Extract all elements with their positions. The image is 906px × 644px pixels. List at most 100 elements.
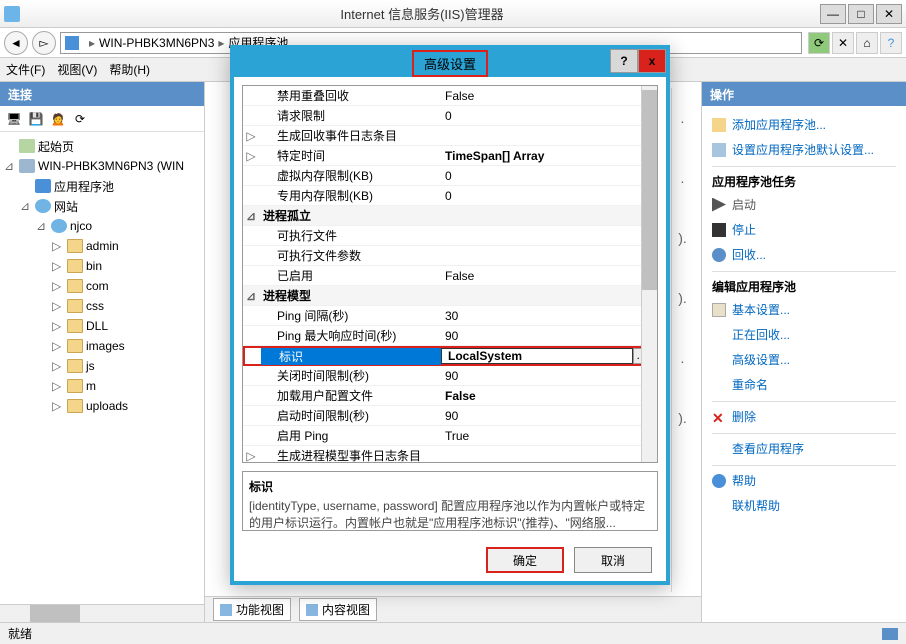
- tab-features-view[interactable]: 功能视图: [213, 598, 291, 621]
- tree-folder-com[interactable]: ▷com: [0, 276, 204, 296]
- tree-folder-DLL[interactable]: ▷DLL: [0, 316, 204, 336]
- grid-row[interactable]: 专用内存限制(KB)0: [243, 186, 657, 206]
- prop-value[interactable]: 0: [439, 109, 657, 123]
- folder-icon: [67, 279, 83, 293]
- app-icon: [4, 6, 20, 22]
- grid-row[interactable]: 已启用False: [243, 266, 657, 286]
- expand-toggle[interactable]: ▷: [243, 149, 259, 163]
- cancel-button[interactable]: 取消: [574, 547, 652, 573]
- folder-icon: [67, 359, 83, 373]
- expand-toggle[interactable]: ⊿: [243, 289, 259, 303]
- grid-row[interactable]: 标识LocalSystem…: [243, 346, 657, 366]
- tree-folder-bin[interactable]: ▷bin: [0, 256, 204, 276]
- action-delete[interactable]: ✕删除: [712, 401, 896, 429]
- grid-row[interactable]: 可执行文件: [243, 226, 657, 246]
- prop-value[interactable]: False: [439, 89, 657, 103]
- grid-row[interactable]: 请求限制0: [243, 106, 657, 126]
- grid-row[interactable]: 虚拟内存限制(KB)0: [243, 166, 657, 186]
- grid-row[interactable]: ▷特定时间TimeSpan[] Array: [243, 146, 657, 166]
- action-recycling[interactable]: 正在回收...: [712, 322, 896, 347]
- tree-app-pools[interactable]: 应用程序池: [0, 176, 204, 196]
- tree-folder-admin[interactable]: ▷admin: [0, 236, 204, 256]
- grid-row[interactable]: ⊿进程模型: [243, 286, 657, 306]
- action-stop[interactable]: 停止: [712, 217, 896, 242]
- action-view-apps[interactable]: 查看应用程序: [712, 433, 896, 461]
- action-online-help[interactable]: 联机帮助: [712, 493, 896, 518]
- grid-scrollbar[interactable]: [641, 86, 657, 462]
- tree-folder-m[interactable]: ▷m: [0, 376, 204, 396]
- tb-up[interactable]: 🙍: [48, 109, 68, 129]
- dialog-close-button[interactable]: x: [638, 49, 666, 73]
- action-basic-settings[interactable]: 基本设置...: [712, 297, 896, 322]
- grid-row[interactable]: 启动时间限制(秒)90: [243, 406, 657, 426]
- prop-value[interactable]: 0: [439, 169, 657, 183]
- grid-row[interactable]: 加载用户配置文件False: [243, 386, 657, 406]
- tree-folder-css[interactable]: ▷css: [0, 296, 204, 316]
- grid-row[interactable]: 可执行文件参数: [243, 246, 657, 266]
- expand-toggle[interactable]: ⊿: [243, 209, 259, 223]
- action-set-defaults[interactable]: 设置应用程序池默认设置...: [712, 137, 896, 162]
- tree-site-njco[interactable]: ⊿njco: [0, 216, 204, 236]
- tree-folder-uploads[interactable]: ▷uploads: [0, 396, 204, 416]
- tb-refresh[interactable]: ⟳: [70, 109, 90, 129]
- close-button[interactable]: ✕: [876, 4, 902, 24]
- grid-row[interactable]: 启用 PingTrue: [243, 426, 657, 446]
- tree-start-page[interactable]: 起始页: [0, 136, 204, 156]
- help-button[interactable]: ?: [880, 32, 902, 54]
- sidebar-scrollbar[interactable]: [0, 604, 204, 622]
- home-button[interactable]: ⌂: [856, 32, 878, 54]
- action-recycle[interactable]: 回收...: [712, 242, 896, 267]
- action-help[interactable]: 帮助: [712, 465, 896, 493]
- menu-help[interactable]: 帮助(H): [109, 61, 150, 78]
- prop-value[interactable]: LocalSystem: [441, 348, 633, 364]
- action-rename[interactable]: 重命名: [712, 372, 896, 397]
- prop-value[interactable]: False: [439, 269, 657, 283]
- tree-sites[interactable]: ⊿网站: [0, 196, 204, 216]
- tb-connect[interactable]: 🖥: [4, 109, 24, 129]
- prop-label: 启动时间限制(秒): [259, 407, 439, 424]
- prop-value[interactable]: 90: [439, 369, 657, 383]
- prop-value[interactable]: 0: [439, 189, 657, 203]
- prop-value[interactable]: 30: [439, 309, 657, 323]
- grid-row[interactable]: Ping 最大响应时间(秒)90: [243, 326, 657, 346]
- blank-icon: [712, 442, 726, 456]
- tb-save[interactable]: 💾: [26, 109, 46, 129]
- grid-row[interactable]: 关闭时间限制(秒)90: [243, 366, 657, 386]
- property-grid[interactable]: 禁用重叠回收False请求限制0▷生成回收事件日志条目▷特定时间TimeSpan…: [242, 85, 658, 463]
- prop-value[interactable]: 90: [439, 329, 657, 343]
- minimize-button[interactable]: —: [820, 4, 846, 24]
- refresh-button[interactable]: ⟳: [808, 32, 830, 54]
- prop-value[interactable]: 90: [439, 409, 657, 423]
- nav-forward[interactable]: ▻: [32, 31, 56, 55]
- prop-value[interactable]: True: [439, 429, 657, 443]
- grid-row[interactable]: Ping 间隔(秒)30: [243, 306, 657, 326]
- tree-folder-images[interactable]: ▷images: [0, 336, 204, 356]
- tree-folder-js[interactable]: ▷js: [0, 356, 204, 376]
- expand-toggle[interactable]: ▷: [243, 449, 259, 463]
- folder-icon: [67, 259, 83, 273]
- dialog-help-button[interactable]: ?: [610, 49, 638, 73]
- tree-server[interactable]: ⊿WIN-PHBK3MN6PN3 (WIN: [0, 156, 204, 176]
- grid-row[interactable]: ⊿进程孤立: [243, 206, 657, 226]
- stop-button[interactable]: ✕: [832, 32, 854, 54]
- nav-back[interactable]: ◄: [4, 31, 28, 55]
- menu-view[interactable]: 视图(V): [57, 61, 97, 78]
- dialog-titlebar: 高级设置 ? x: [234, 49, 666, 77]
- blank-icon: [712, 328, 726, 342]
- expand-toggle[interactable]: ▷: [243, 129, 259, 143]
- prop-label: 进程模型: [259, 287, 439, 304]
- action-start[interactable]: 启动: [712, 192, 896, 217]
- prop-value[interactable]: TimeSpan[] Array: [439, 149, 657, 163]
- menu-file[interactable]: 文件(F): [6, 61, 45, 78]
- prop-value[interactable]: False: [439, 389, 657, 403]
- grid-row[interactable]: ▷生成进程模型事件日志条目: [243, 446, 657, 463]
- maximize-button[interactable]: □: [848, 4, 874, 24]
- grid-row[interactable]: 禁用重叠回收False: [243, 86, 657, 106]
- breadcrumb-server[interactable]: WIN-PHBK3MN6PN3: [99, 36, 214, 50]
- action-advanced-settings[interactable]: 高级设置...: [712, 347, 896, 372]
- grid-row[interactable]: ▷生成回收事件日志条目: [243, 126, 657, 146]
- action-add-pool[interactable]: 添加应用程序池...: [712, 112, 896, 137]
- content-icon: [306, 604, 318, 616]
- ok-button[interactable]: 确定: [486, 547, 564, 573]
- tab-content-view[interactable]: 内容视图: [299, 598, 377, 621]
